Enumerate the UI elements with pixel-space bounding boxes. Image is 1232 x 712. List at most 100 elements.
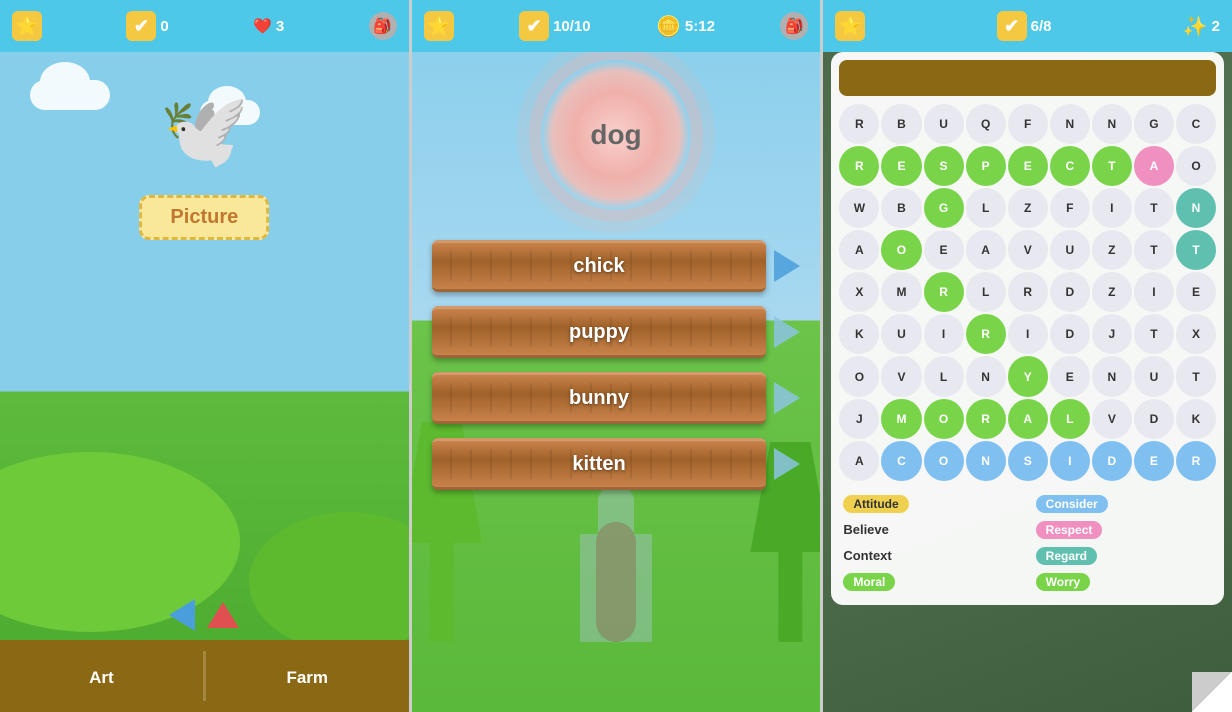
choice-puppy[interactable]: puppy xyxy=(432,306,767,358)
cell-4-4[interactable]: R xyxy=(1008,272,1048,312)
cell-6-2[interactable]: L xyxy=(924,356,964,396)
choice-kitten[interactable]: kitten xyxy=(432,438,767,490)
cell-3-5[interactable]: U xyxy=(1050,230,1090,270)
cell-5-1[interactable]: U xyxy=(881,314,921,354)
cell-4-7[interactable]: I xyxy=(1134,272,1174,312)
nav-farm-button[interactable]: Farm xyxy=(206,640,409,712)
panel3-check-icon: ✔ xyxy=(997,11,1027,41)
cell-3-6[interactable]: Z xyxy=(1092,230,1132,270)
cell-2-8[interactable]: N xyxy=(1176,188,1216,228)
word-badge-worry: Worry xyxy=(1036,573,1090,591)
cell-8-3[interactable]: N xyxy=(966,441,1006,481)
cell-8-8[interactable]: R xyxy=(1176,441,1216,481)
panel1-star-item: ⭐ xyxy=(12,11,42,41)
cell-1-4[interactable]: E xyxy=(1008,146,1048,186)
cell-7-3[interactable]: R xyxy=(966,399,1006,439)
cell-5-6[interactable]: J xyxy=(1092,314,1132,354)
cell-0-2[interactable]: U xyxy=(924,104,964,144)
cell-2-4[interactable]: Z xyxy=(1008,188,1048,228)
cell-2-1[interactable]: B xyxy=(881,188,921,228)
panel2-timer-item: 🪙 5:12 xyxy=(656,14,715,39)
cell-5-3[interactable]: R xyxy=(966,314,1006,354)
cell-1-6[interactable]: T xyxy=(1092,146,1132,186)
cell-8-2[interactable]: O xyxy=(924,441,964,481)
cell-6-8[interactable]: T xyxy=(1176,356,1216,396)
cell-7-0[interactable]: J xyxy=(839,399,879,439)
cell-0-1[interactable]: B xyxy=(881,104,921,144)
cell-3-3[interactable]: A xyxy=(966,230,1006,270)
cell-0-8[interactable]: C xyxy=(1176,104,1216,144)
cell-2-5[interactable]: F xyxy=(1050,188,1090,228)
cell-8-7[interactable]: E xyxy=(1134,441,1174,481)
cell-3-8[interactable]: T xyxy=(1176,230,1216,270)
cell-1-0[interactable]: R xyxy=(839,146,879,186)
cell-7-1[interactable]: M xyxy=(881,399,921,439)
cell-8-5[interactable]: I xyxy=(1050,441,1090,481)
cell-8-1[interactable]: C xyxy=(881,441,921,481)
cell-2-3[interactable]: L xyxy=(966,188,1006,228)
cell-3-7[interactable]: T xyxy=(1134,230,1174,270)
word-item-consider: Consider xyxy=(1032,493,1216,515)
cell-4-0[interactable]: X xyxy=(839,272,879,312)
star-icon: ⭐ xyxy=(12,11,42,41)
cell-4-5[interactable]: D xyxy=(1050,272,1090,312)
cell-0-7[interactable]: G xyxy=(1134,104,1174,144)
panel1-check-item: ✔ 0 xyxy=(126,11,168,41)
cell-5-8[interactable]: X xyxy=(1176,314,1216,354)
cell-8-6[interactable]: D xyxy=(1092,441,1132,481)
cell-3-1[interactable]: O xyxy=(881,230,921,270)
cell-2-6[interactable]: I xyxy=(1092,188,1132,228)
cell-4-1[interactable]: M xyxy=(881,272,921,312)
word-grid[interactable]: RBUQFNNGCRESPECTAOWBGLZFITNAOEAVUZTTXMRL… xyxy=(839,104,1216,481)
word-list: AttitudeConsiderBelieveRespectContextReg… xyxy=(839,489,1216,597)
cell-0-0[interactable]: R xyxy=(839,104,879,144)
cell-7-5[interactable]: L xyxy=(1050,399,1090,439)
cell-5-2[interactable]: I xyxy=(924,314,964,354)
word-item-regard: Regard xyxy=(1032,545,1216,567)
choice-kitten-arrow xyxy=(774,448,800,480)
cell-0-5[interactable]: N xyxy=(1050,104,1090,144)
nav-art-button[interactable]: Art xyxy=(0,640,203,712)
cell-0-6[interactable]: N xyxy=(1092,104,1132,144)
cell-2-7[interactable]: T xyxy=(1134,188,1174,228)
cell-5-7[interactable]: T xyxy=(1134,314,1174,354)
cell-2-2[interactable]: G xyxy=(924,188,964,228)
cell-5-4[interactable]: I xyxy=(1008,314,1048,354)
cell-6-7[interactable]: U xyxy=(1134,356,1174,396)
cell-5-5[interactable]: D xyxy=(1050,314,1090,354)
cell-2-0[interactable]: W xyxy=(839,188,879,228)
cell-1-2[interactable]: S xyxy=(924,146,964,186)
cell-6-6[interactable]: N xyxy=(1092,356,1132,396)
cell-6-3[interactable]: N xyxy=(966,356,1006,396)
cell-3-4[interactable]: V xyxy=(1008,230,1048,270)
cell-1-3[interactable]: P xyxy=(966,146,1006,186)
cell-1-1[interactable]: E xyxy=(881,146,921,186)
cell-6-0[interactable]: O xyxy=(839,356,879,396)
cell-8-0[interactable]: A xyxy=(839,441,879,481)
choice-bunny[interactable]: bunny xyxy=(432,372,767,424)
cell-5-0[interactable]: K xyxy=(839,314,879,354)
cell-7-2[interactable]: O xyxy=(924,399,964,439)
cell-7-4[interactable]: A xyxy=(1008,399,1048,439)
cell-4-6[interactable]: Z xyxy=(1092,272,1132,312)
cell-4-8[interactable]: E xyxy=(1176,272,1216,312)
cell-1-8[interactable]: O xyxy=(1176,146,1216,186)
cell-3-2[interactable]: E xyxy=(924,230,964,270)
cell-1-7[interactable]: A xyxy=(1134,146,1174,186)
choice-row-1: puppy xyxy=(432,306,801,358)
cell-4-3[interactable]: L xyxy=(966,272,1006,312)
cell-1-5[interactable]: C xyxy=(1050,146,1090,186)
arrows-area xyxy=(0,590,409,640)
cell-7-8[interactable]: K xyxy=(1176,399,1216,439)
cell-6-5[interactable]: E xyxy=(1050,356,1090,396)
cell-8-4[interactable]: S xyxy=(1008,441,1048,481)
cell-0-4[interactable]: F xyxy=(1008,104,1048,144)
cell-6-4[interactable]: Y xyxy=(1008,356,1048,396)
choice-chick[interactable]: chick xyxy=(432,240,767,292)
cell-6-1[interactable]: V xyxy=(881,356,921,396)
cell-3-0[interactable]: A xyxy=(839,230,879,270)
cell-7-6[interactable]: V xyxy=(1092,399,1132,439)
cell-7-7[interactable]: D xyxy=(1134,399,1174,439)
cell-4-2[interactable]: R xyxy=(924,272,964,312)
cell-0-3[interactable]: Q xyxy=(966,104,1006,144)
